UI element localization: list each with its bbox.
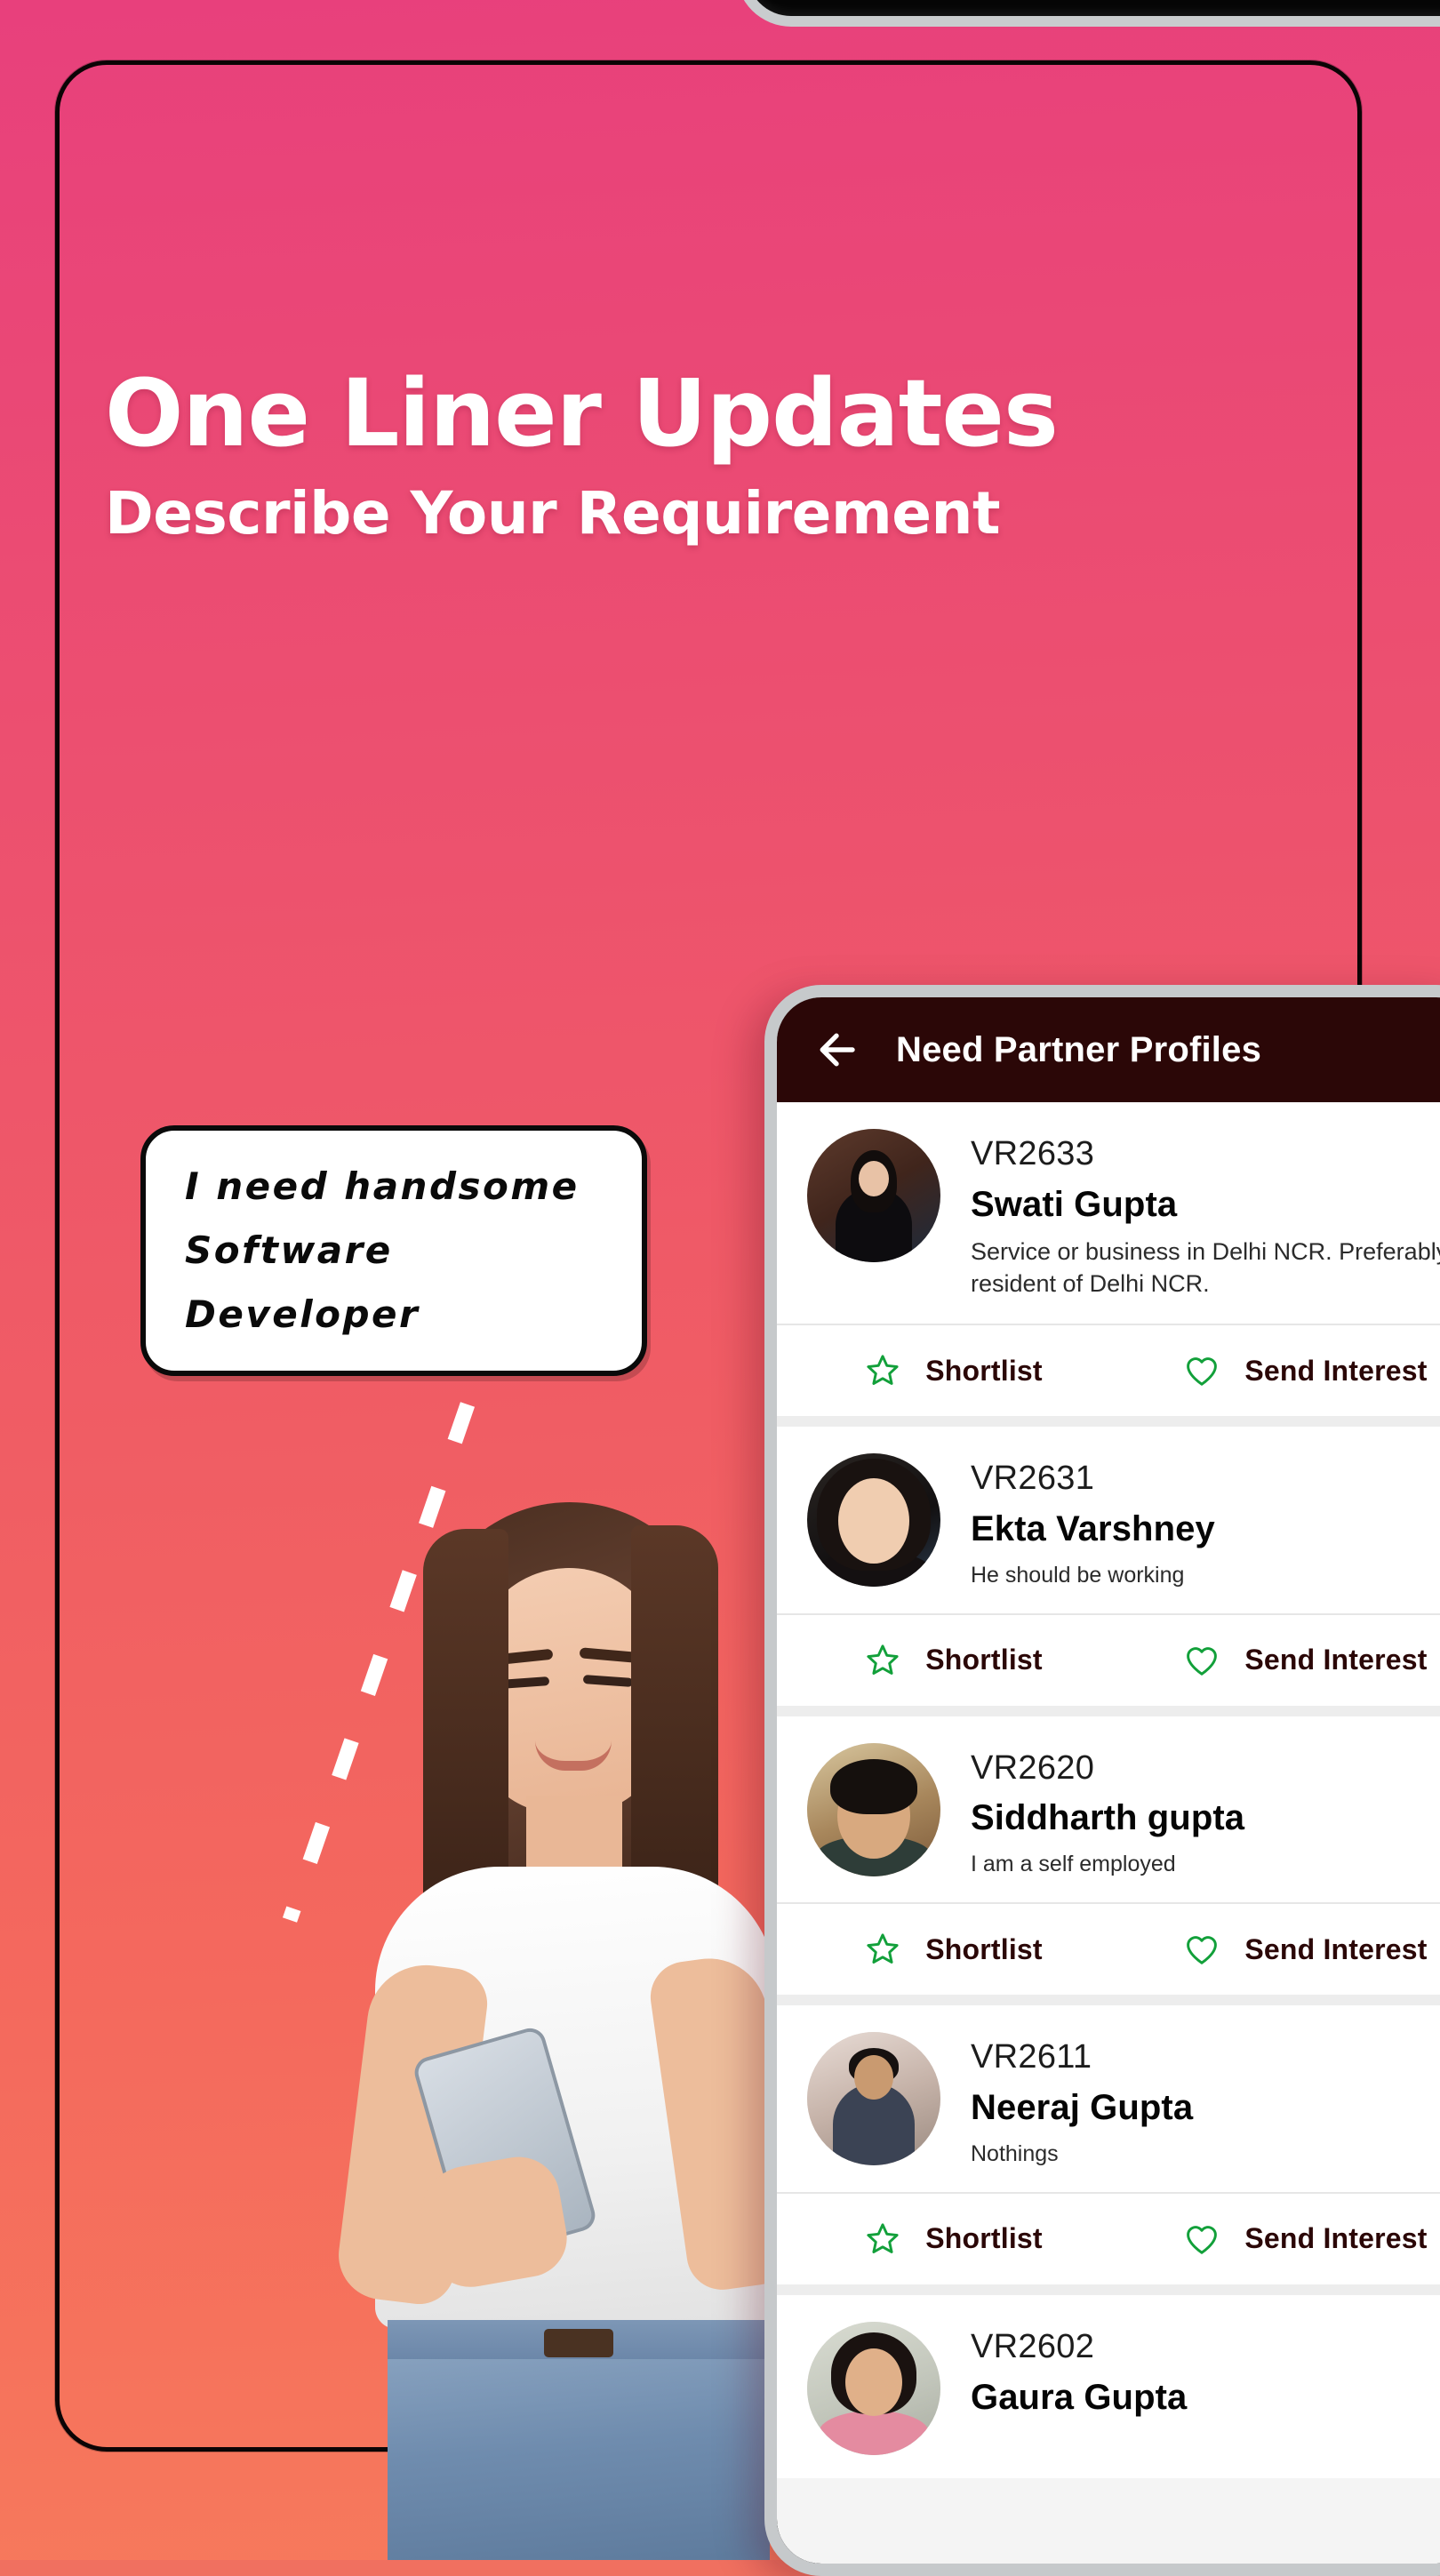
shortlist-button[interactable]: Shortlist	[777, 2220, 1129, 2259]
app-screen: Need Partner Profiles VR2633 Swati Gupta…	[777, 997, 1440, 2564]
avatar-head	[859, 1161, 889, 1196]
profile-info: VR2631 Ekta Varshney He should be workin…	[971, 1453, 1440, 1590]
promo-headline: One Liner Updates Describe Your Requirem…	[105, 364, 1349, 550]
profile-description: Service or business in Delhi NCR. Prefer…	[971, 1237, 1440, 1298]
speech-bubble-line-2: Software Developer	[185, 1228, 420, 1337]
star-outline-icon	[867, 1355, 899, 1386]
profile-card-top: VR2633 Swati Gupta Service or business i…	[777, 1102, 1440, 1324]
profile-id: VR2633	[971, 1135, 1095, 1172]
app-title: Need Partner Profiles	[896, 1029, 1262, 1069]
heart-outline-icon	[1187, 1936, 1218, 1964]
send-interest-label: Send Interest	[1244, 1932, 1428, 1965]
profile-id: VR2611	[971, 2038, 1092, 2076]
app-header-bar: Need Partner Profiles	[777, 997, 1440, 1102]
profile-card-actions: Shortlist Send Interest	[777, 1324, 1440, 1416]
shortlist-button[interactable]: Shortlist	[777, 1641, 1129, 1680]
profile-id: VR2631	[971, 1460, 1095, 1498]
profile-info: VR2602 Gaura Gupta	[971, 2322, 1440, 2455]
avatar-head	[845, 2348, 902, 2416]
star-outline-icon	[867, 1933, 899, 1964]
speech-bubble: I need handsome Software Developer	[140, 1125, 647, 1376]
app-phone-frame: Need Partner Profiles VR2633 Swati Gupta…	[764, 985, 1440, 2576]
profile-id: VR2602	[971, 2327, 1095, 2365]
shortlist-button[interactable]: Shortlist	[777, 1930, 1129, 1969]
avatar[interactable]	[807, 1453, 940, 1588]
profile-card-top: VR2611 Neeraj Gupta Nothings	[777, 2005, 1440, 2192]
back-arrow-icon[interactable]	[812, 1026, 860, 1074]
profile-name: Gaura Gupta	[971, 2377, 1188, 2417]
send-interest-label: Send Interest	[1244, 1644, 1428, 1676]
shortlist-label: Shortlist	[925, 2222, 1043, 2255]
profile-card[interactable]: VR2631 Ekta Varshney He should be workin…	[777, 1427, 1440, 1706]
profile-name: Ekta Varshney	[971, 1508, 1215, 1548]
send-interest-button[interactable]: Send Interest	[1129, 1641, 1440, 1680]
headline-line-2: Describe Your Requirement	[105, 479, 1001, 548]
send-interest-label: Send Interest	[1244, 2222, 1428, 2255]
profile-card[interactable]: VR2620 Siddharth gupta I am a self emplo…	[777, 1716, 1440, 1996]
profile-card-top: VR2620 Siddharth gupta I am a self emplo…	[777, 1716, 1440, 1903]
woman-belt	[544, 2329, 613, 2357]
star-outline-icon	[867, 1644, 899, 1675]
send-interest-button[interactable]: Send Interest	[1129, 1351, 1440, 1390]
heart-outline-icon	[1187, 2226, 1218, 2254]
avatar[interactable]	[807, 2032, 940, 2166]
profile-info: VR2633 Swati Gupta Service or business i…	[971, 1129, 1440, 1300]
profile-description: Nothings	[971, 2140, 1059, 2166]
profile-name: Neeraj Gupta	[971, 2087, 1194, 2127]
woman-photo	[338, 1502, 818, 2560]
avatar[interactable]	[807, 2321, 940, 2455]
profile-description: He should be working	[971, 1562, 1185, 1588]
speech-bubble-line-1: I need handsome	[185, 1164, 580, 1208]
profile-card-actions: Shortlist Send Interest	[777, 2191, 1440, 2284]
send-interest-button[interactable]: Send Interest	[1129, 1930, 1440, 1969]
profile-card[interactable]: VR2602 Gaura Gupta	[777, 2294, 1440, 2478]
avatar-body	[819, 2410, 929, 2455]
profile-card-top: VR2602 Gaura Gupta	[777, 2295, 1440, 2478]
profile-card-top: VR2631 Ekta Varshney He should be workin…	[777, 1427, 1440, 1613]
avatar-head	[854, 2055, 893, 2100]
profile-description: I am a self employed	[971, 1852, 1176, 1877]
avatar-hair	[830, 1758, 917, 1814]
profile-name: Siddharth gupta	[971, 1798, 1245, 1838]
top-phone-frame	[736, 0, 1440, 27]
profile-list[interactable]: VR2633 Swati Gupta Service or business i…	[777, 1102, 1440, 2478]
profile-info: VR2620 Siddharth gupta I am a self emplo…	[971, 1743, 1440, 1880]
heart-outline-icon	[1187, 1646, 1218, 1676]
profile-card[interactable]: VR2633 Swati Gupta Service or business i…	[777, 1102, 1440, 1417]
profile-id: VR2620	[971, 1748, 1095, 1787]
shortlist-label: Shortlist	[925, 1932, 1043, 1965]
profile-info: VR2611 Neeraj Gupta Nothings	[971, 2032, 1440, 2169]
send-interest-label: Send Interest	[1244, 1354, 1428, 1387]
send-interest-button[interactable]: Send Interest	[1129, 2220, 1440, 2259]
avatar-head	[838, 1478, 909, 1564]
profile-card-actions: Shortlist Send Interest	[777, 1612, 1440, 1706]
heart-outline-icon	[1187, 1357, 1218, 1386]
profile-card-actions: Shortlist Send Interest	[777, 1902, 1440, 1995]
shortlist-label: Shortlist	[925, 1644, 1043, 1676]
star-outline-icon	[867, 2223, 899, 2253]
headline-line-1: One Liner Updates	[105, 359, 1059, 468]
shortlist-label: Shortlist	[925, 1354, 1043, 1387]
shortlist-button[interactable]: Shortlist	[777, 1351, 1129, 1390]
avatar[interactable]	[807, 1742, 940, 1876]
profile-name: Swati Gupta	[971, 1184, 1178, 1224]
profile-card[interactable]: VR2611 Neeraj Gupta Nothings Shortlist S…	[777, 2005, 1440, 2284]
avatar[interactable]	[807, 1129, 940, 1262]
